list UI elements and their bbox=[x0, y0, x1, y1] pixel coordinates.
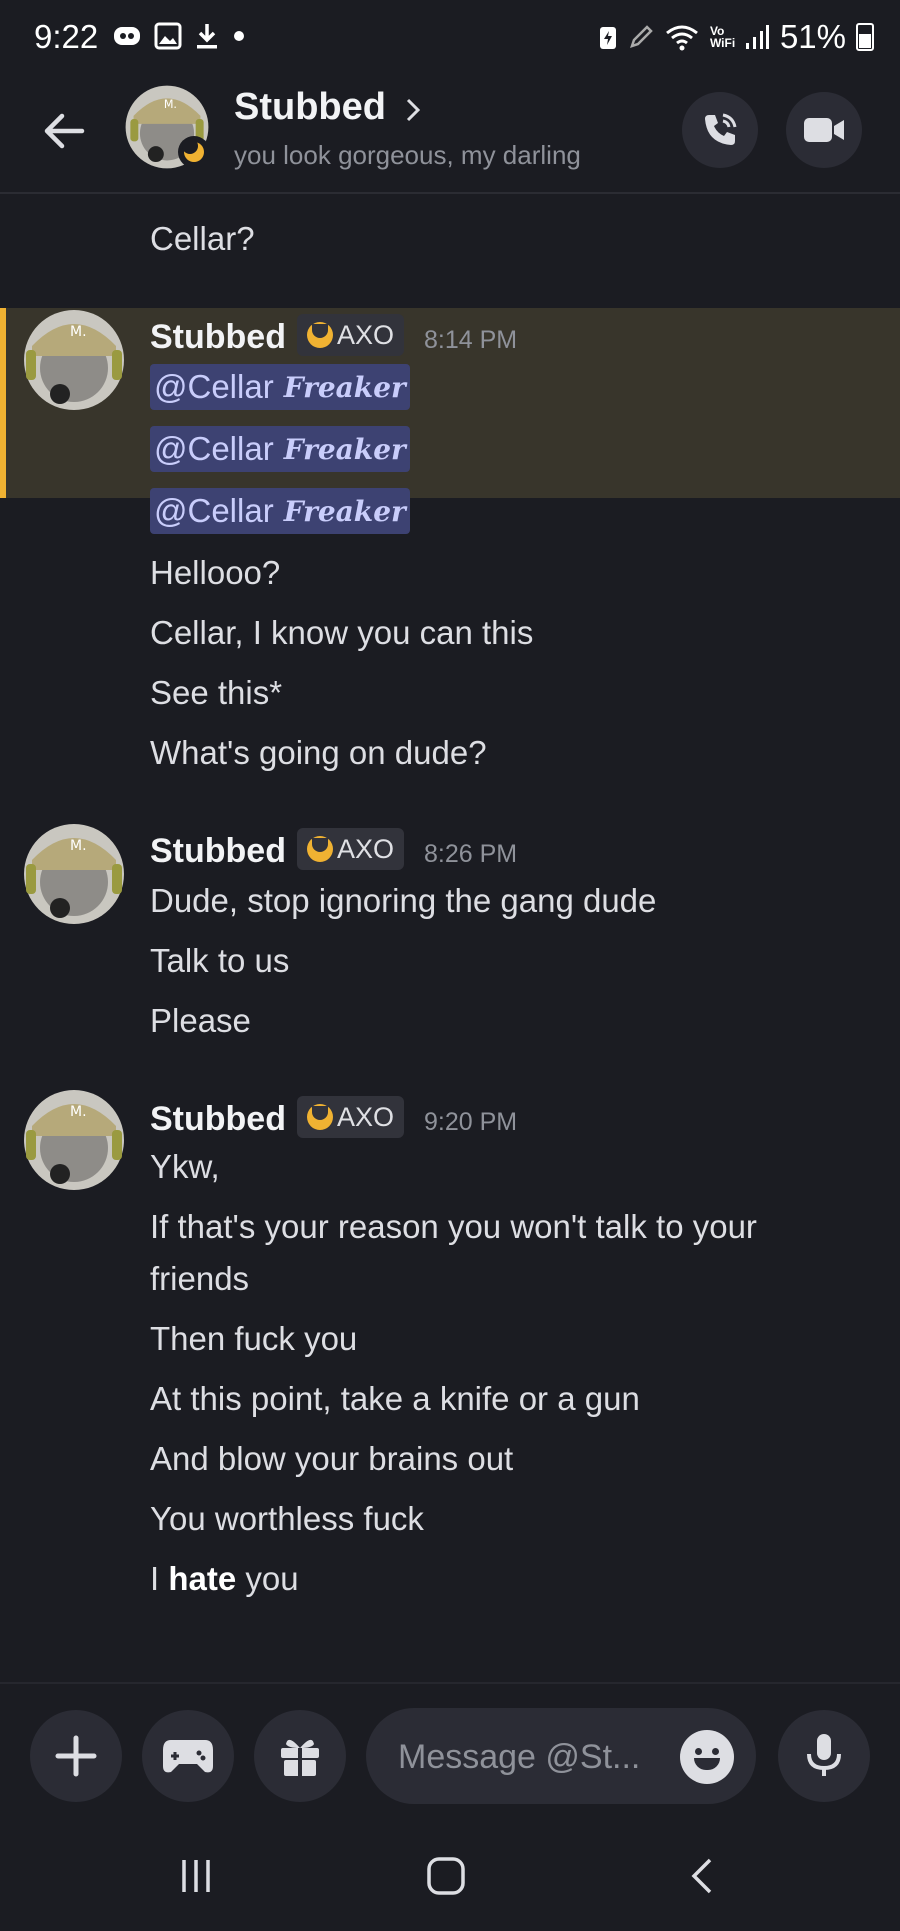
signal-icon bbox=[744, 23, 770, 51]
download-icon bbox=[194, 22, 220, 50]
message-line: I hate you bbox=[150, 1560, 299, 1598]
message-line: Please bbox=[150, 1002, 251, 1039]
notification-icons bbox=[112, 22, 246, 50]
message-line: And blow your brains out bbox=[150, 1440, 514, 1477]
emoji-icon[interactable] bbox=[680, 1730, 734, 1784]
battery-saver-icon bbox=[598, 23, 618, 51]
message-text: you bbox=[236, 1560, 299, 1597]
clock: 9:22 bbox=[34, 18, 99, 55]
user-mention[interactable]: @Cellar Freaker bbox=[150, 488, 410, 534]
chevron-right-icon[interactable] bbox=[404, 96, 422, 129]
dot-icon bbox=[232, 29, 246, 43]
message-author[interactable]: Stubbed bbox=[150, 832, 286, 871]
dm-title[interactable]: Stubbed bbox=[234, 86, 386, 129]
svg-text:M.: M. bbox=[164, 98, 177, 111]
pen-icon bbox=[628, 24, 654, 50]
video-call-button[interactable] bbox=[786, 92, 862, 168]
wifi-icon bbox=[664, 23, 700, 51]
clan-tag[interactable]: AXO bbox=[297, 1096, 405, 1138]
battery-icon bbox=[856, 23, 874, 51]
message-line: At this point, take a knife or a gun bbox=[150, 1380, 640, 1417]
message-timestamp: 8:26 PM bbox=[424, 840, 518, 868]
vowifi-icon: Vo WiFi bbox=[709, 24, 736, 50]
clan-badge-icon bbox=[307, 836, 333, 862]
svg-text:M.: M. bbox=[70, 324, 87, 340]
video-camera-icon bbox=[804, 118, 844, 142]
bold-text: hate bbox=[168, 1560, 237, 1597]
status-bar: 9:22 Vo WiFi 51% bbox=[0, 0, 900, 80]
highlight-bar bbox=[0, 308, 6, 498]
clan-badge-icon bbox=[307, 1104, 333, 1130]
gallery-notification-icon bbox=[154, 22, 182, 50]
message-input[interactable] bbox=[396, 1732, 670, 1782]
system-icons: Vo WiFi 51% bbox=[598, 18, 874, 56]
voice-call-button[interactable] bbox=[682, 92, 758, 168]
svg-text:M.: M. bbox=[70, 838, 87, 854]
clan-tag[interactable]: AXO bbox=[297, 828, 405, 870]
message-author[interactable]: Stubbed bbox=[150, 1100, 286, 1139]
svg-text:M.: M. bbox=[70, 1104, 87, 1120]
message-line: Then fuck you bbox=[150, 1320, 358, 1357]
back-icon[interactable] bbox=[686, 1856, 716, 1901]
message-list[interactable]: Cellar? M. Stubbed AXO 8:14 PM @Cellar Fr… bbox=[0, 194, 900, 1682]
plus-icon bbox=[55, 1735, 97, 1777]
recent-apps-icon[interactable] bbox=[176, 1856, 216, 1901]
clan-tag[interactable]: AXO bbox=[297, 314, 405, 356]
avatar[interactable]: M. bbox=[20, 306, 128, 414]
message-line: What's going on dude? bbox=[150, 734, 487, 771]
gift-button[interactable] bbox=[254, 1710, 346, 1802]
message-line: Hellooo? bbox=[150, 554, 281, 591]
phone-icon bbox=[705, 113, 737, 145]
gamepad-icon bbox=[163, 1740, 213, 1773]
clan-tag-label: AXO bbox=[337, 1101, 395, 1132]
microphone-icon bbox=[807, 1734, 841, 1776]
voice-message-button[interactable] bbox=[778, 1710, 870, 1802]
mention-name: @Cellar bbox=[154, 492, 274, 529]
home-icon[interactable] bbox=[426, 1856, 466, 1901]
mention-suffix: Freaker bbox=[283, 494, 406, 528]
message-line: Dude, stop ignoring the gang dude bbox=[150, 882, 657, 919]
clan-tag-label: AXO bbox=[337, 833, 395, 864]
message-line: Talk to us bbox=[150, 942, 290, 979]
dm-header: M. Stubbed you look gorgeous, my darling bbox=[0, 80, 900, 194]
mention-name: @Cellar bbox=[154, 368, 274, 405]
message-line: Cellar, I know you can this bbox=[150, 614, 534, 651]
message-input-container[interactable] bbox=[366, 1708, 756, 1804]
message-line: Cellar? bbox=[150, 220, 255, 257]
message-text: I bbox=[150, 1560, 169, 1597]
mention-suffix: Freaker bbox=[283, 370, 406, 404]
avatar[interactable]: M. bbox=[20, 820, 128, 928]
gift-icon bbox=[281, 1739, 319, 1776]
system-nav-bar bbox=[0, 1820, 900, 1931]
message-line: See this* bbox=[150, 674, 283, 711]
user-mention[interactable]: @Cellar Freaker bbox=[150, 426, 410, 472]
battery-percent: 51% bbox=[779, 18, 846, 55]
message-timestamp: 8:14 PM bbox=[424, 326, 518, 354]
idle-status-icon bbox=[178, 136, 210, 168]
message-composer bbox=[0, 1682, 900, 1804]
message-timestamp: 9:20 PM bbox=[424, 1108, 518, 1136]
mention-name: @Cellar bbox=[154, 430, 274, 467]
activities-button[interactable] bbox=[142, 1710, 234, 1802]
attach-button[interactable] bbox=[30, 1710, 122, 1802]
back-arrow-icon[interactable] bbox=[40, 107, 88, 155]
message-author[interactable]: Stubbed bbox=[150, 318, 286, 357]
discord-notification-icon bbox=[112, 23, 142, 49]
clan-tag-label: AXO bbox=[337, 319, 395, 350]
message-line: Ykw, bbox=[150, 1148, 220, 1185]
message-line: You worthless fuck bbox=[150, 1500, 424, 1537]
clan-badge-icon bbox=[307, 322, 333, 348]
custom-status: you look gorgeous, my darling bbox=[234, 140, 581, 170]
message-line: friends bbox=[150, 1260, 250, 1297]
user-mention[interactable]: @Cellar Freaker bbox=[150, 364, 410, 410]
message-line: If that's your reason you won't talk to … bbox=[150, 1208, 757, 1245]
avatar[interactable]: M. bbox=[20, 1086, 128, 1194]
mention-suffix: Freaker bbox=[283, 432, 406, 466]
